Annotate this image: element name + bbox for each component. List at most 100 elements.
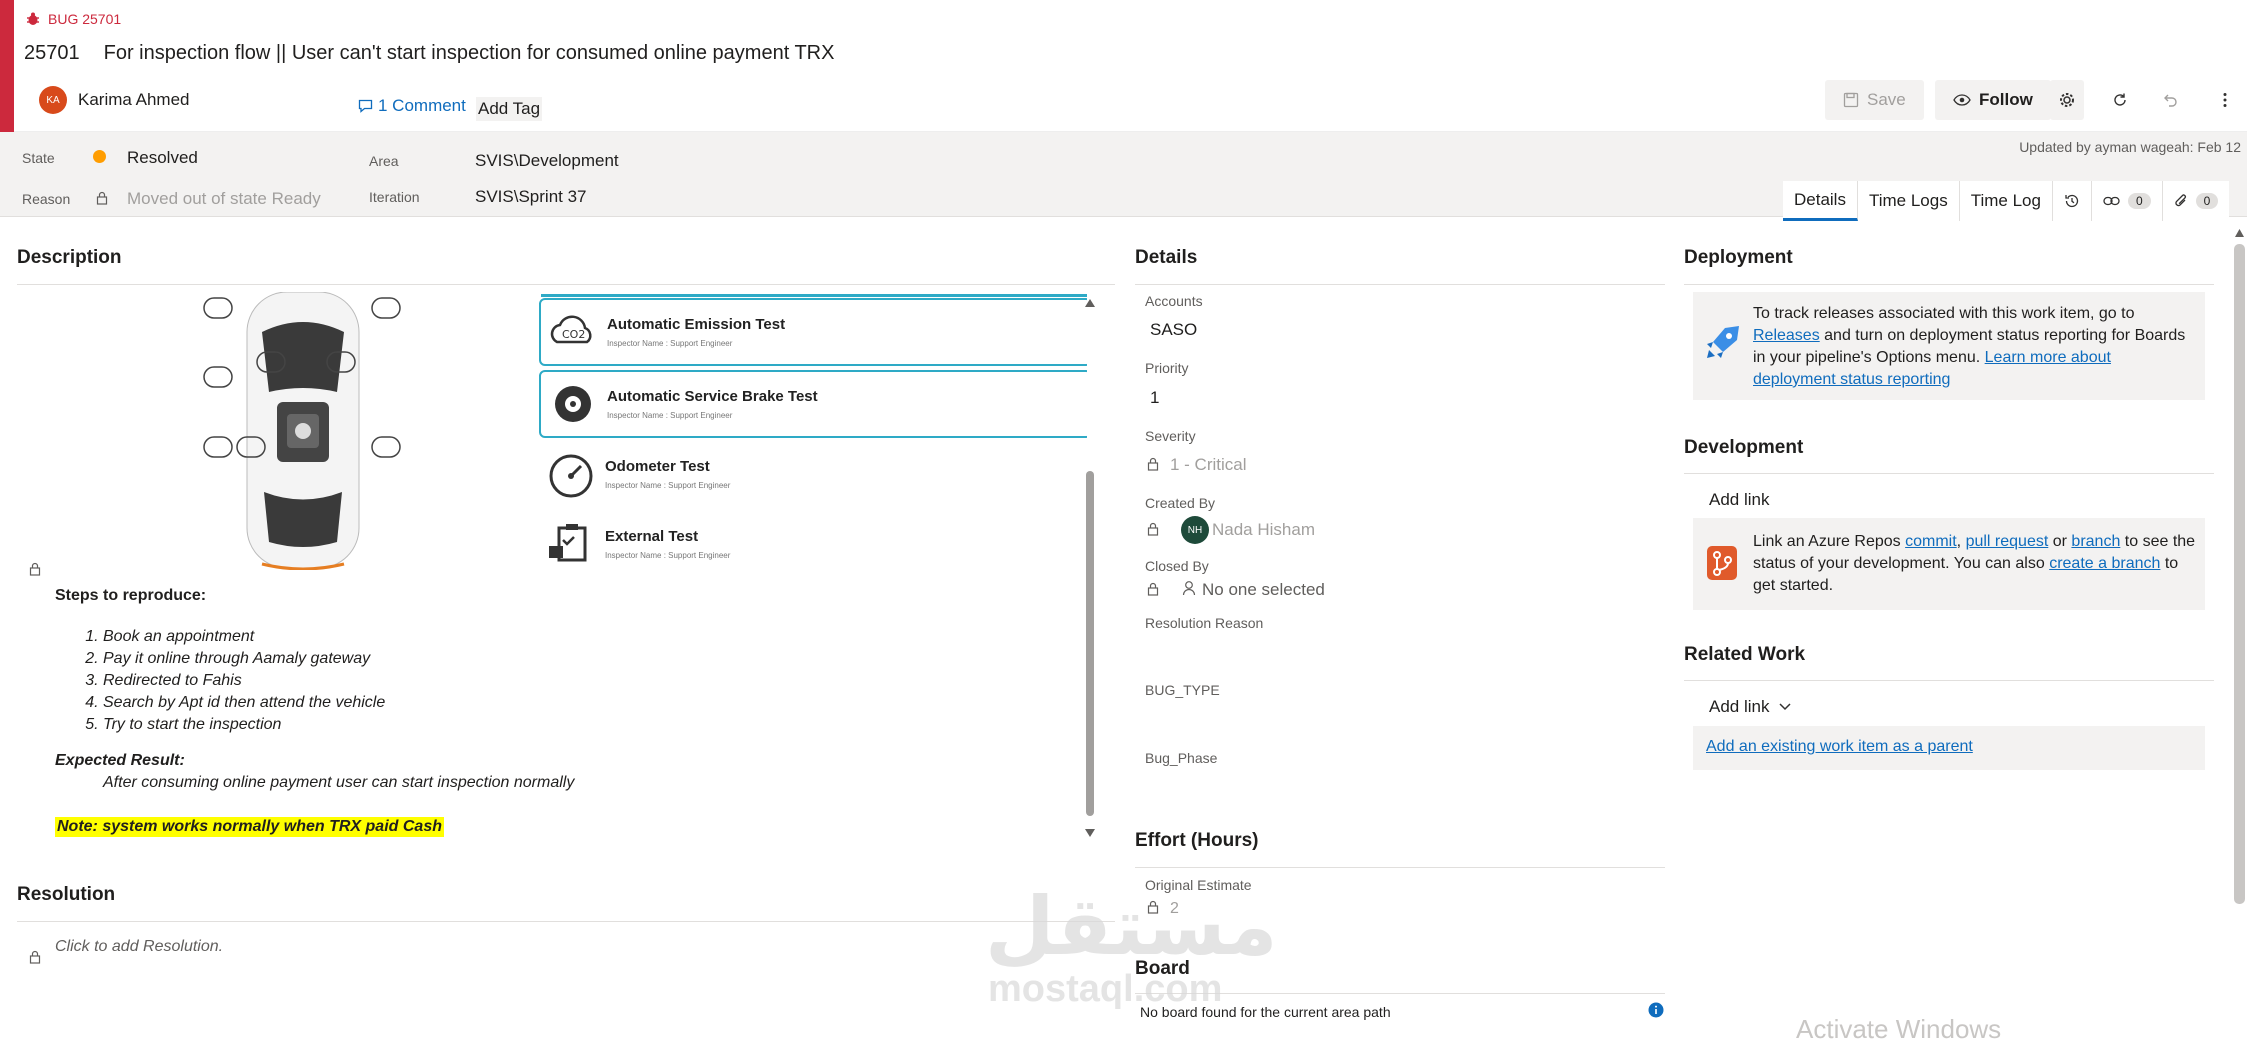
inspection-sub: Inspector Name : Support Engineer: [605, 481, 731, 490]
refresh-icon: [2114, 93, 2126, 106]
scrollbar-thumb[interactable]: [1086, 471, 1094, 816]
save-label: Save: [1867, 90, 1906, 109]
inspection-sub: Inspector Name : Support Engineer: [607, 411, 733, 420]
add-existing-parent-link[interactable]: Add an existing work item as a parent: [1706, 738, 1973, 756]
related-work-heading: Related Work: [1684, 644, 1806, 665]
inspection-item: Odometer Test Inspector Name : Support En…: [539, 440, 1087, 508]
scroll-down-icon[interactable]: [1084, 828, 1096, 838]
scroll-up-icon[interactable]: [2234, 228, 2245, 238]
lock-icon: [1147, 582, 1159, 596]
inspection-sub: Inspector Name : Support Engineer: [605, 551, 731, 560]
related-work-add-link[interactable]: Add link: [1709, 697, 1792, 717]
inspection-list-image: CO2 Automatic Emission Test Inspector Nam…: [17, 290, 1087, 590]
co2-icon: CO2: [550, 315, 592, 344]
resolution-reason-field[interactable]: [1145, 636, 1655, 672]
tab-links[interactable]: 0: [2092, 181, 2163, 221]
avatar: KA: [39, 86, 67, 114]
releases-link[interactable]: Releases: [1753, 327, 1820, 344]
list-item: Pay it online through Aamaly gateway: [103, 648, 385, 670]
inspection-sub: Inspector Name : Support Engineer: [607, 339, 733, 348]
page-scrollbar-thumb[interactable]: [2234, 244, 2245, 904]
avatar: NH: [1181, 516, 1209, 544]
history-icon: [2065, 194, 2079, 208]
updated-by[interactable]: Updated by ayman wageah: Feb 12: [2019, 139, 2241, 155]
severity-value: 1 - Critical: [1170, 455, 1247, 474]
deployment-text: To track releases associated with this w…: [1753, 303, 2198, 391]
resolution-reason-label: Resolution Reason: [1145, 615, 1264, 631]
priority-label: Priority: [1145, 360, 1189, 376]
tab-time-log[interactable]: Time Log: [1960, 181, 2053, 221]
effort-heading: Effort (Hours): [1135, 830, 1259, 851]
accounts-field[interactable]: SASO: [1150, 320, 1197, 340]
branch-link[interactable]: branch: [2071, 533, 2120, 550]
comments-link[interactable]: 1 Comment: [358, 96, 466, 116]
links-count: 0: [2127, 193, 2151, 209]
details-divider: [1135, 284, 1665, 285]
state-dropdown[interactable]: Resolved: [127, 148, 198, 168]
follow-button[interactable]: Follow: [1935, 80, 2051, 120]
pipelines-icon: [1707, 326, 1739, 358]
description-editor[interactable]: CO2 Automatic Emission Test Inspector Nam…: [17, 290, 1087, 838]
bug-phase-field[interactable]: [1145, 771, 1655, 807]
priority-field[interactable]: 1: [1150, 388, 1159, 408]
related-work-divider: [1684, 680, 2214, 681]
tab-history[interactable]: [2053, 181, 2092, 221]
inspection-title: Automatic Emission Test: [607, 316, 786, 333]
reason-label: Reason: [22, 191, 71, 207]
area-field[interactable]: SVIS\Development: [475, 151, 619, 171]
brake-icon: [555, 386, 591, 422]
more-actions-button[interactable]: [2205, 80, 2245, 120]
created-by-label: Created By: [1145, 495, 1216, 511]
bug-type-field[interactable]: [1145, 703, 1655, 739]
save-button[interactable]: Save: [1825, 80, 1924, 120]
refresh-button[interactable]: [2100, 80, 2140, 120]
description-scrollbar[interactable]: [1083, 296, 1097, 842]
comments-label[interactable]: 1 Comment: [378, 96, 466, 116]
severity-label: Severity: [1145, 428, 1196, 444]
iteration-field[interactable]: SVIS\Sprint 37: [475, 187, 587, 207]
work-item-tabs: Details Time Logs Time Log 0 0: [1783, 181, 2230, 221]
watermark-logo: مستقل: [985, 880, 1278, 973]
commit-link[interactable]: commit: [1905, 533, 1957, 550]
work-item-title[interactable]: 25701 For inspection flow || User can't s…: [24, 42, 834, 65]
steps-heading: Steps to reproduce:: [55, 587, 207, 604]
created-by-value: Nada Hisham: [1212, 520, 1315, 539]
assigned-to[interactable]: KA Karima Ahmed: [39, 86, 190, 114]
related-work-panel: Add an existing work item as a parent: [1693, 726, 2205, 770]
resolution-editor[interactable]: Click to add Resolution.: [55, 938, 223, 956]
checklist-icon: [549, 524, 587, 562]
steps-list: Book an appointment Pay it online throug…: [103, 626, 385, 736]
tab-attachments[interactable]: 0: [2163, 181, 2230, 221]
chevron-down-icon: [1779, 703, 1792, 711]
comment-icon: [358, 99, 373, 113]
add-tag-button[interactable]: Add Tag: [476, 97, 543, 121]
lock-icon: [96, 191, 108, 205]
pull-request-link[interactable]: pull request: [1966, 533, 2049, 550]
inspection-title: Odometer Test: [605, 458, 710, 475]
info-icon[interactable]: [1648, 1002, 1664, 1018]
create-branch-link[interactable]: create a branch: [2049, 555, 2160, 572]
inspection-title: External Test: [605, 528, 699, 545]
details-heading: Details: [1135, 247, 1198, 268]
link-icon: [2103, 196, 2120, 206]
development-add-link[interactable]: Add link: [1709, 490, 1769, 510]
eye-icon: [1953, 94, 1971, 106]
expected-heading: Expected Result:: [55, 752, 185, 769]
settings-button[interactable]: [2050, 80, 2084, 120]
paperclip-icon: [2175, 194, 2186, 207]
development-or: or: [2052, 533, 2067, 550]
expected-text: After consuming online payment user can …: [103, 774, 575, 791]
work-item-title-text[interactable]: For inspection flow || User can't start …: [104, 42, 835, 64]
follow-label: Follow: [1979, 90, 2033, 109]
tab-details[interactable]: Details: [1783, 181, 1858, 221]
assigned-to-name[interactable]: Karima Ahmed: [78, 90, 190, 110]
deployment-panel: To track releases associated with this w…: [1693, 292, 2205, 400]
resolution-divider: [17, 921, 1115, 922]
description-heading: Description: [17, 247, 122, 268]
undo-button[interactable]: [2150, 80, 2190, 120]
scroll-up-icon[interactable]: [1084, 298, 1096, 308]
effort-divider: [1135, 867, 1665, 868]
tab-time-logs[interactable]: Time Logs: [1858, 181, 1960, 221]
note-highlight: Note: system works normally when TRX pai…: [55, 817, 444, 837]
repos-icon: [1707, 546, 1737, 580]
